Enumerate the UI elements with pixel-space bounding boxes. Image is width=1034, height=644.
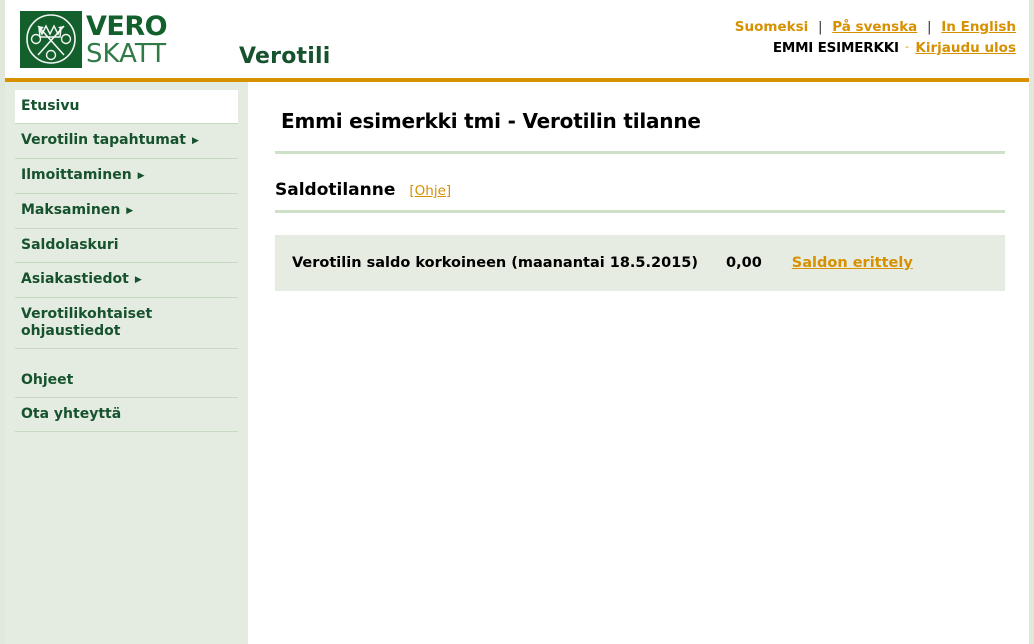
page-title-verotili: Verotili bbox=[239, 44, 331, 69]
page-body: Etusivu Verotilin tapahtumat ▶ Ilmoittami… bbox=[5, 82, 1029, 644]
language-link-suomeksi[interactable]: Suomeksi bbox=[735, 19, 808, 35]
sidebar-item-ohjeet[interactable]: Ohjeet bbox=[15, 364, 238, 398]
sidebar-item-label: Ilmoittaminen bbox=[21, 167, 132, 183]
sidebar-item-label: Maksaminen bbox=[21, 202, 121, 218]
chevron-right-icon: ▶ bbox=[126, 206, 134, 216]
language-link-pa-svenska[interactable]: På svenska bbox=[832, 19, 917, 35]
balance-label: Verotilin saldo korkoineen (maanantai 18… bbox=[292, 255, 699, 271]
user-name-label: EMMI ESIMERKKI bbox=[772, 40, 899, 56]
sidebar-item-verotilin-tapahtumat[interactable]: Verotilin tapahtumat ▶ bbox=[15, 124, 238, 159]
content-page-title: Emmi esimerkki tmi - Verotilin tilanne bbox=[281, 109, 701, 133]
user-dash-separator: - bbox=[905, 40, 910, 53]
section-help-wrapper: [Ohje] bbox=[409, 183, 451, 199]
main-content: Emmi esimerkki tmi - Verotilin tilanne S… bbox=[253, 82, 1029, 644]
sidebar-primary-nav: Etusivu Verotilin tapahtumat ▶ Ilmoittami… bbox=[5, 82, 248, 349]
vero-skatt-logo[interactable]: VERO SKATT bbox=[20, 11, 200, 69]
sidebar-item-label: Saldolaskuri bbox=[21, 237, 119, 253]
vero-skatt-coat-of-arms-icon bbox=[20, 11, 82, 68]
sidebar-item-label: Ohjeet bbox=[21, 372, 74, 388]
user-session-bar: EMMI ESIMERKKI - Kirjaudu ulos bbox=[773, 40, 1016, 56]
sidebar-navigation: Etusivu Verotilin tapahtumat ▶ Ilmoittami… bbox=[5, 82, 248, 644]
language-separator-2: | bbox=[927, 19, 932, 35]
help-link-ohje[interactable]: Ohje bbox=[415, 183, 446, 199]
chevron-right-icon: ▶ bbox=[134, 275, 142, 285]
language-link-in-english[interactable]: In English bbox=[941, 19, 1016, 35]
sidebar-secondary-nav: Ohjeet Ota yhteyttä bbox=[15, 364, 238, 432]
language-separator-1: | bbox=[817, 19, 823, 35]
sidebar-item-ota-yhteytta[interactable]: Ota yhteyttä bbox=[15, 398, 238, 432]
sidebar-item-label: Asiakastiedot bbox=[21, 271, 129, 287]
application-window: VERO SKATT Verotili Suomeksi | På svensk… bbox=[0, 0, 1034, 644]
section-header: Saldotilanne [Ohje] bbox=[275, 180, 1029, 200]
chevron-right-icon: ▶ bbox=[191, 136, 199, 146]
section-title-saldotilanne: Saldotilanne bbox=[275, 180, 396, 200]
language-selector: Suomeksi | På svenska | In English bbox=[735, 19, 1016, 35]
logo-wordmark-vero: VERO bbox=[86, 11, 168, 42]
sidebar-item-saldolaskuri[interactable]: Saldolaskuri bbox=[15, 229, 238, 263]
sidebar-item-asiakastiedot[interactable]: Asiakastiedot ▶ bbox=[15, 263, 238, 298]
sidebar-item-label: Ota yhteyttä bbox=[21, 406, 122, 422]
chevron-right-icon: ▶ bbox=[137, 171, 145, 181]
sidebar-item-etusivu[interactable]: Etusivu bbox=[15, 90, 238, 124]
balance-summary-panel: Verotilin saldo korkoineen (maanantai 18… bbox=[275, 235, 1005, 291]
balance-amount-value: 0,00 bbox=[726, 255, 762, 271]
logo-wordmark-skatt: SKATT bbox=[86, 39, 167, 69]
page-header: VERO SKATT Verotili Suomeksi | På svensk… bbox=[5, 0, 1029, 78]
sidebar-item-maksaminen[interactable]: Maksaminen ▶ bbox=[15, 194, 238, 229]
logout-link[interactable]: Kirjaudu ulos bbox=[915, 40, 1016, 56]
section-divider bbox=[275, 210, 1005, 213]
bracket-close: ] bbox=[445, 183, 452, 199]
sidebar-item-ilmoittaminen[interactable]: Ilmoittaminen ▶ bbox=[15, 159, 238, 194]
sidebar-item-label: Verotilikohtaiset ohjaustiedot bbox=[21, 306, 153, 339]
logo-wordmark: VERO SKATT bbox=[86, 11, 168, 69]
sidebar-item-verotilikohtaiset-ohjaustiedot[interactable]: Verotilikohtaiset ohjaustiedot bbox=[15, 298, 238, 349]
sidebar-item-label: Etusivu bbox=[21, 98, 80, 114]
balance-detail-link[interactable]: Saldon erittely bbox=[792, 255, 913, 271]
title-divider bbox=[275, 151, 1005, 154]
sidebar-item-label: Verotilin tapahtumat bbox=[21, 132, 186, 148]
